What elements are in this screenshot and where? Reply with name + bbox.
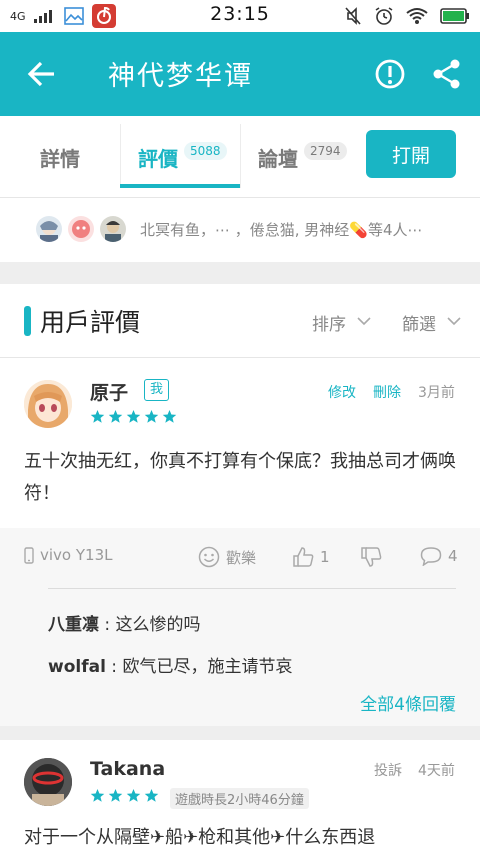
star-icon: [90, 788, 105, 802]
status-right: [344, 6, 470, 26]
section-title: 用戶評價: [40, 308, 141, 337]
chevron-down-icon: [447, 317, 461, 326]
reviewer-name[interactable]: 原子: [90, 378, 128, 405]
page-title: 神代梦华谭: [108, 61, 253, 92]
rating-stars: [90, 788, 159, 803]
replies-panel: 八重凛 : 这么惨的吗 wolfal : 欧气已尽，施主请节哀 全部4條回覆: [0, 588, 480, 726]
tab-divider: [240, 124, 241, 188]
dislike-button[interactable]: [360, 546, 382, 568]
all-replies-link[interactable]: 全部4條回覆: [360, 690, 456, 715]
review-time: 4天前: [418, 763, 455, 779]
like-count: 1: [320, 548, 330, 566]
review-body: 五十次抽无红，你真不打算有个保底？我抽总司才俩唤符！: [24, 451, 456, 504]
thumbs-up-icon: [293, 547, 314, 567]
tab-forum[interactable]: 論壇 2794: [258, 116, 347, 198]
delete-link[interactable]: 刪除: [373, 382, 401, 402]
review-meta-bar: vivo Y13L 歡樂 1 4: [0, 528, 480, 588]
likers-text: 北冥有鱼，⋯ ，倦怠猫, 男神经💊等4人⋯: [140, 221, 423, 239]
playtime-badge: 遊戲時長2小時46分鐘: [170, 788, 309, 809]
star-icon: [108, 409, 123, 423]
reply-author[interactable]: wolfal: [48, 657, 106, 677]
thumbs-down-icon: [361, 547, 382, 567]
tab-details[interactable]: 詳情: [40, 116, 80, 198]
tab-details-label: 詳情: [40, 146, 80, 171]
star-icon: [162, 409, 177, 423]
review-time: 3月前: [418, 385, 455, 401]
tab-reviews-count: 5088: [184, 142, 227, 160]
app-bar: 神代梦华谭: [0, 32, 480, 116]
like-button[interactable]: 1: [292, 546, 330, 568]
share-icon[interactable]: [432, 58, 462, 90]
review-card: Takana 遊戲時長2小時46分鐘 投訴 4天前 对于一个从隔壁✈船✈枪和其他…: [0, 740, 480, 854]
report-icon[interactable]: [374, 58, 406, 90]
likers-row[interactable]: 北冥有鱼，⋯ ，倦怠猫, 男神经💊等4人⋯: [0, 198, 480, 262]
reply-text: : 欧气已尽，施主请节哀: [105, 657, 293, 677]
edit-link[interactable]: 修改: [328, 382, 356, 402]
section-accent-bar: [24, 306, 31, 336]
tab-forum-label: 論壇: [258, 146, 298, 171]
reviews-section-header: 用戶評價 排序 篩選: [0, 284, 480, 358]
reply-item[interactable]: 八重凛 : 这么惨的吗: [48, 610, 201, 635]
battery-icon: [440, 8, 469, 24]
me-badge: 我: [144, 379, 170, 401]
reply-item[interactable]: wolfal : 欧气已尽，施主请节哀: [48, 652, 292, 677]
phone-icon: [24, 546, 34, 564]
review-body: 对于一个从隔壁✈船✈枪和其他✈什么东西退: [24, 827, 376, 848]
star-icon: [126, 409, 141, 423]
filter-dropdown[interactable]: 篩選: [402, 310, 436, 335]
comment-button[interactable]: 4: [420, 546, 458, 566]
avatar[interactable]: [24, 380, 72, 428]
replies-divider: [48, 588, 456, 589]
wifi-icon: [406, 8, 428, 24]
smile-icon: [198, 546, 220, 568]
alarm-icon: [375, 7, 393, 25]
avatar[interactable]: [24, 758, 72, 806]
mute-icon: [345, 7, 361, 25]
star-icon: [144, 788, 159, 802]
liker-avatar: [36, 216, 62, 242]
section-divider: [0, 262, 480, 284]
comment-count: 4: [448, 547, 458, 565]
star-icon: [108, 788, 123, 802]
liker-avatar: [100, 216, 126, 242]
device-name: vivo Y13L: [40, 546, 113, 564]
star-icon: [144, 409, 159, 423]
tab-divider: [120, 124, 121, 188]
star-icon: [90, 409, 105, 423]
reviewer-name[interactable]: Takana: [90, 758, 165, 780]
back-arrow-icon[interactable]: [26, 58, 58, 90]
reply-author[interactable]: 八重凛: [48, 615, 99, 635]
review-card: 原子 我 修改 刪除 3月前 五十次抽无红，你真不打算有个保底？我抽总司才俩唤符…: [0, 358, 480, 528]
open-button[interactable]: 打開: [366, 130, 456, 178]
tab-forum-count: 2794: [304, 142, 347, 160]
review-divider: [0, 726, 480, 740]
comment-icon: [420, 547, 442, 566]
sort-dropdown[interactable]: 排序: [312, 310, 346, 335]
rating-stars: [90, 409, 177, 424]
reaction-label: 歡樂: [226, 548, 257, 567]
chevron-down-icon: [357, 317, 371, 326]
reaction-button[interactable]: 歡樂: [198, 546, 256, 568]
tab-reviews-label: 評價: [138, 146, 178, 171]
report-link[interactable]: 投訴: [374, 760, 402, 780]
liker-avatar: [68, 216, 94, 242]
active-tab-indicator: [120, 184, 240, 188]
device-info: vivo Y13L: [24, 546, 112, 564]
star-icon: [126, 788, 141, 802]
reply-text: : 这么惨的吗: [99, 615, 201, 635]
status-bar: 4G 23:15: [0, 0, 480, 32]
